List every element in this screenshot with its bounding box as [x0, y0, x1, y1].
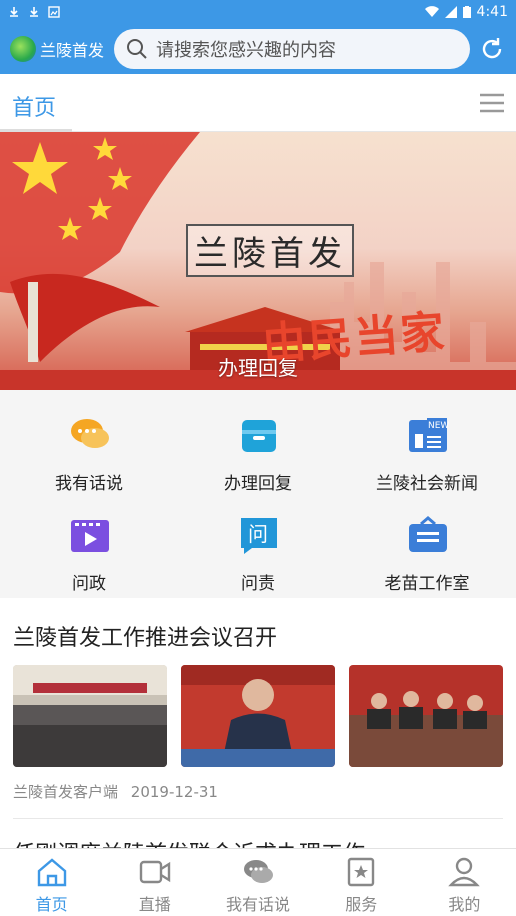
fn-label: 我有话说 [55, 474, 123, 494]
bottom-navigation: 首页 直播 我有话说 服务 我的 [0, 848, 516, 916]
home-icon [37, 858, 66, 887]
status-bar: 4:41 [0, 0, 516, 24]
fn-wen-zheng[interactable]: 问政 [3, 494, 175, 594]
app-screen: 4:41 兰陵首发 请搜索您感兴趣的内容 首页 由民当家 兰陵首发 办理回复 我… [0, 0, 516, 916]
nav-live[interactable]: 直播 [103, 849, 206, 916]
fn-label: 问责 [241, 574, 275, 594]
fn-wen-ze[interactable]: 问 问责 [172, 494, 344, 594]
star-doc-icon [348, 857, 375, 887]
download-icon [30, 7, 38, 17]
channel-tabs: 首页 [0, 74, 516, 132]
app-header: 兰陵首发 请搜索您感兴趣的内容 [0, 24, 516, 74]
news-thumbnail [13, 665, 167, 767]
nav-label: 服务 [345, 895, 378, 914]
inbox-icon [242, 420, 276, 452]
news-source: 兰陵首发客户端 [13, 783, 119, 801]
news-meta: 兰陵首发客户端 2019-12-31 [13, 781, 218, 802]
user-icon [448, 857, 481, 887]
battery-icon [462, 6, 471, 18]
nav-say[interactable]: 我有话说 [206, 849, 309, 916]
news-icon: NEW [409, 418, 449, 452]
nav-label: 我的 [448, 895, 481, 914]
chat-icon [244, 860, 273, 883]
nav-label: 首页 [35, 895, 68, 914]
nav-label: 我有话说 [226, 895, 291, 914]
banner-carousel[interactable]: 由民当家 兰陵首发 办理回复 [0, 132, 516, 390]
menu-icon[interactable] [478, 92, 506, 114]
fn-label: 办理回复 [224, 474, 292, 494]
search-bar[interactable]: 请搜索您感兴趣的内容 [114, 29, 471, 69]
clock: 4:41 [476, 4, 508, 20]
fn-wo-you-hua-shuo[interactable]: 我有话说 [3, 394, 175, 494]
wifi-icon [424, 6, 439, 18]
image-icon [48, 6, 60, 18]
logo-icon [10, 36, 36, 62]
refresh-icon[interactable] [478, 35, 506, 63]
signal-icon [444, 6, 457, 18]
nav-service[interactable]: 服务 [310, 849, 413, 916]
banner-title: 兰陵首发 [186, 224, 354, 277]
news-date: 2019-12-31 [130, 783, 218, 801]
svg-text:问: 问 [248, 522, 268, 546]
briefcase-icon [409, 516, 447, 552]
tab-home[interactable]: 首页 [12, 90, 56, 122]
fn-label: 问政 [72, 574, 106, 594]
app-name: 兰陵首发 [40, 41, 105, 60]
video-camera-icon [139, 860, 170, 884]
news-thumbnail [181, 665, 335, 767]
fn-label: 兰陵社会新闻 [376, 474, 478, 494]
search-placeholder: 请搜索您感兴趣的内容 [156, 40, 337, 61]
nav-mine[interactable]: 我的 [413, 849, 516, 916]
fn-ban-li-hui-fu[interactable]: 办理回复 [172, 394, 344, 494]
fn-lan-ling-news[interactable]: NEW 兰陵社会新闻 [341, 394, 513, 494]
app-logo[interactable]: 兰陵首发 [10, 36, 104, 62]
divider [13, 818, 503, 819]
nav-home[interactable]: 首页 [0, 849, 103, 916]
ask-icon: 问 [241, 518, 277, 554]
fn-lao-miao-studio[interactable]: 老苗工作室 [341, 494, 513, 594]
fn-label: 老苗工作室 [384, 574, 470, 594]
function-grid: 我有话说 办理回复 NEW 兰陵社会新闻 问政 问 问责 老苗工作室 [0, 390, 516, 598]
video-icon [71, 520, 109, 552]
banner-caption: 办理回复 [218, 356, 298, 380]
search-icon [127, 39, 147, 59]
download-icon [10, 7, 18, 17]
nav-label: 直播 [138, 895, 171, 914]
chat-bubbles-icon [71, 419, 109, 448]
news-title: 兰陵首发工作推进会议召开 [13, 626, 278, 651]
news-thumbnail [349, 665, 503, 767]
svg-text:NEW: NEW [428, 421, 449, 431]
news-item[interactable]: 兰陵首发工作推进会议召开 兰陵首发客户端 2019-12-31 任刚调度兰陵首发… [0, 598, 516, 856]
